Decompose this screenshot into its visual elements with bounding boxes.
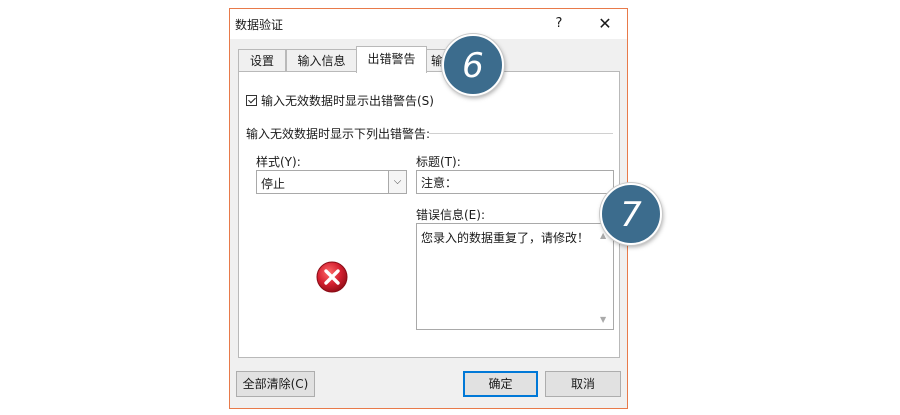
error-message-text: 您录入的数据重复了，请修改！ — [421, 231, 590, 245]
style-select[interactable]: 停止 ⌵ — [256, 170, 407, 194]
help-button[interactable]: ? — [548, 13, 570, 35]
title-bar: 数据验证 ? ✕ — [230, 9, 627, 39]
style-select-value: 停止 — [261, 177, 286, 191]
step-badge-7: 7 — [600, 183, 662, 245]
scroll-down-icon[interactable]: ▼ — [600, 315, 606, 324]
clear-all-button[interactable]: 全部清除(C) — [236, 371, 315, 397]
style-label: 样式(Y): — [256, 155, 301, 169]
error-message-label: 错误信息(E): — [416, 208, 485, 222]
tab-input-message[interactable]: 输入信息 — [286, 49, 357, 71]
data-validation-dialog: 数据验证 ? ✕ 设置 输入信息 出错警告 输 输入无效数据时显示出错警告(S)… — [229, 8, 628, 409]
group-label: 输入无效数据时显示下列出错警告: — [246, 125, 435, 142]
show-error-checkbox-label[interactable]: 输入无效数据时显示出错警告(S) — [261, 92, 434, 109]
error-alert-panel: 输入无效数据时显示出错警告(S) 输入无效数据时显示下列出错警告: 样式(Y):… — [238, 71, 620, 358]
stop-error-icon — [316, 261, 348, 296]
tab-error-alert[interactable]: 出错警告 — [356, 46, 427, 73]
ok-button[interactable]: 确定 — [463, 371, 538, 397]
scrollbar[interactable]: ▲ ▼ — [597, 224, 613, 329]
title-field-label: 标题(T): — [416, 155, 461, 169]
show-error-checkbox-row[interactable]: 输入无效数据时显示出错警告(S) — [246, 92, 434, 108]
title-input[interactable] — [416, 170, 614, 194]
error-message-textarea[interactable]: 您录入的数据重复了，请修改！ ▲ ▼ — [416, 223, 614, 330]
chevron-down-icon[interactable]: ⌵ — [388, 171, 406, 193]
group-divider — [429, 133, 613, 134]
tab-settings[interactable]: 设置 — [238, 49, 286, 71]
show-error-checkbox[interactable] — [246, 94, 257, 106]
cancel-button[interactable]: 取消 — [545, 371, 621, 397]
step-badge-6: 6 — [442, 34, 504, 96]
close-button[interactable]: ✕ — [593, 13, 617, 35]
dialog-title: 数据验证 — [235, 18, 284, 32]
